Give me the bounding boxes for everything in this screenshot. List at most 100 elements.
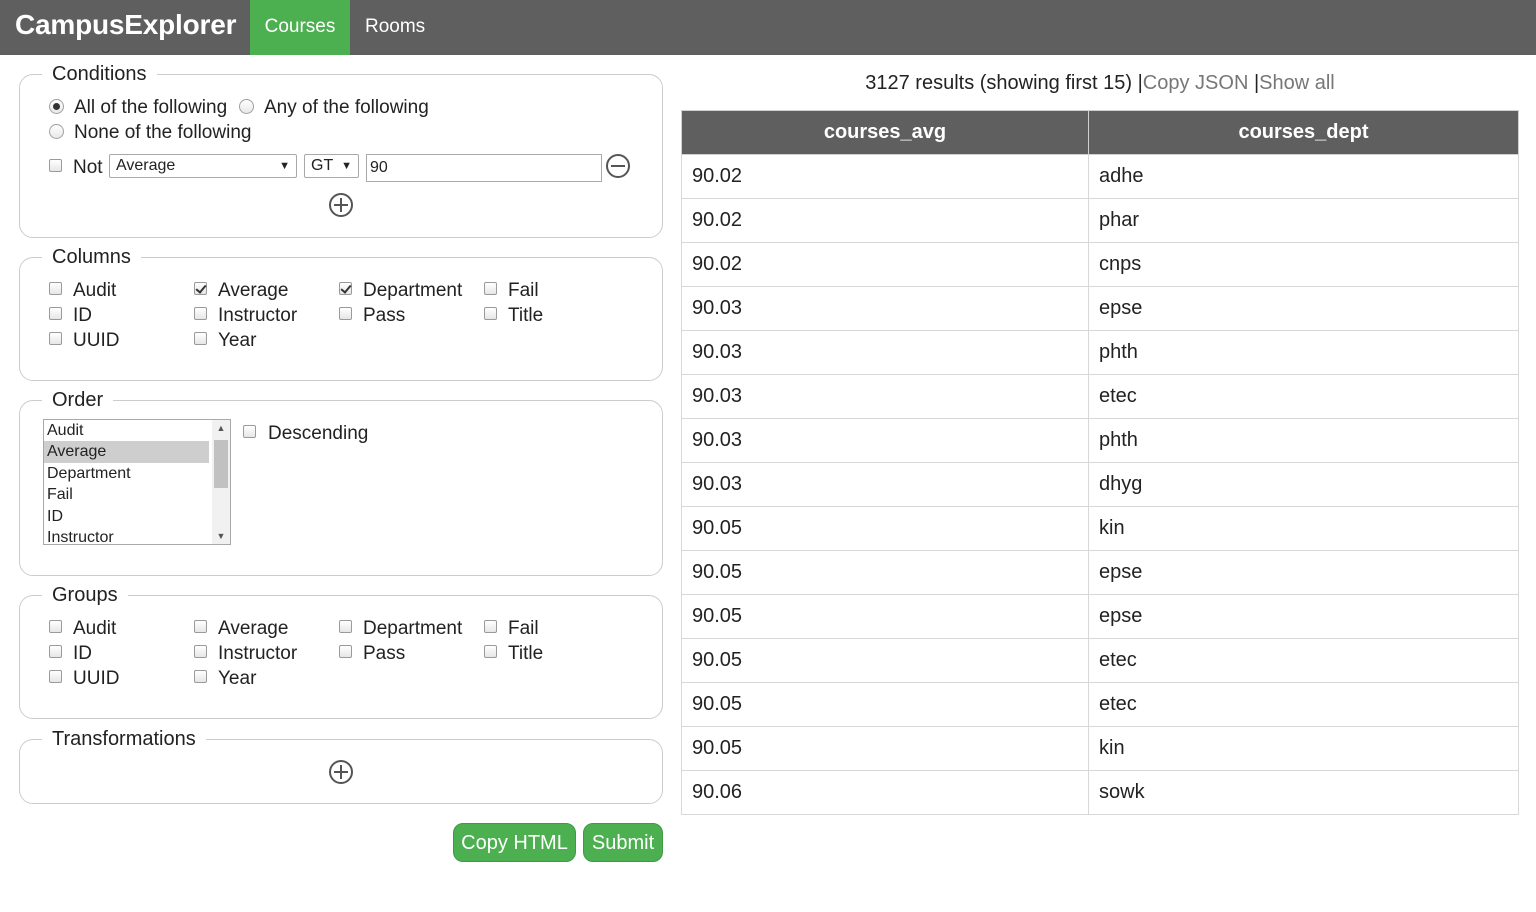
condition-operator-value: GT [311, 157, 334, 174]
column-checkbox[interactable] [339, 282, 352, 295]
add-condition-icon[interactable] [329, 193, 353, 217]
column-label: Audit [73, 280, 117, 301]
dept-cell: etec [1088, 374, 1519, 419]
column-checkbox[interactable] [484, 307, 497, 320]
radio-none[interactable] [49, 124, 64, 139]
columns-legend: Columns [42, 245, 141, 269]
listbox-scrollbar[interactable]: ▲ ▼ [212, 420, 230, 544]
table-row: 90.03 phth [681, 330, 1519, 375]
order-option[interactable]: Audit [44, 420, 209, 441]
groups-panel: Groups Audit Average Department Fail ID Instr… [19, 583, 663, 719]
radio-none-label: None of the following [74, 122, 252, 143]
column-checkbox[interactable] [484, 282, 497, 295]
conditions-legend: Conditions [42, 62, 157, 86]
group-checkbox[interactable] [339, 620, 352, 633]
show-all-link[interactable]: Show all [1259, 72, 1335, 94]
avg-cell: 90.03 [681, 418, 1089, 463]
column-checkbox[interactable] [49, 282, 62, 295]
group-label: Year [218, 668, 257, 689]
avg-cell: 90.05 [681, 506, 1089, 551]
column-checkbox[interactable] [49, 332, 62, 345]
dept-cell: epse [1088, 550, 1519, 595]
column-label: Pass [363, 305, 406, 326]
group-label: Instructor [218, 643, 298, 664]
brand-logo: CampusExplorer [15, 9, 237, 40]
dept-cell: dhyg [1088, 462, 1519, 507]
dept-cell: phar [1088, 198, 1519, 243]
table-row: 90.03 phth [681, 418, 1519, 463]
table-row: 90.05 kin [681, 506, 1519, 551]
remove-condition-icon[interactable] [606, 154, 630, 178]
submit-button[interactable]: Submit [583, 823, 663, 862]
table-row: 90.03 dhyg [681, 462, 1519, 507]
group-checkbox[interactable] [339, 645, 352, 658]
dept-cell: cnps [1088, 242, 1519, 287]
table-row: 90.02 adhe [681, 154, 1519, 199]
conditions-panel: Conditions All of the following Any of t… [19, 62, 663, 238]
avg-cell: 90.03 [681, 330, 1089, 375]
copy-html-button[interactable]: Copy HTML [453, 823, 576, 862]
descending-checkbox[interactable] [243, 425, 256, 438]
avg-cell: 90.02 [681, 154, 1089, 199]
order-listbox[interactable]: Audit Average Department Fail ID Instructor ▲… [43, 419, 231, 545]
column-checkbox[interactable] [339, 307, 352, 320]
scroll-thumb[interactable] [214, 440, 228, 488]
radio-any-label: Any of the following [264, 97, 429, 118]
table-row: 90.02 phar [681, 198, 1519, 243]
results-table: courses_avg courses_dept 90.02 adhe 90.02 p… [681, 110, 1519, 815]
condition-operator-select[interactable]: GT ▼ [304, 154, 359, 178]
group-checkbox[interactable] [194, 620, 207, 633]
group-checkbox[interactable] [49, 670, 62, 683]
column-header: courses_dept [1088, 110, 1519, 155]
navbar: CampusExplorer Courses Rooms [0, 0, 1536, 55]
condition-field-select[interactable]: Average ▼ [109, 154, 297, 178]
avg-cell: 90.05 [681, 638, 1089, 683]
column-checkbox[interactable] [194, 332, 207, 345]
tab-rooms[interactable]: Rooms [365, 0, 425, 55]
avg-cell: 90.06 [681, 770, 1089, 815]
order-option[interactable]: Fail [44, 484, 209, 505]
group-checkbox[interactable] [194, 645, 207, 658]
avg-cell: 90.03 [681, 374, 1089, 419]
scroll-up-icon[interactable]: ▲ [212, 420, 230, 436]
group-checkbox[interactable] [484, 645, 497, 658]
column-checkbox[interactable] [49, 307, 62, 320]
transformations-legend: Transformations [42, 727, 206, 751]
chevron-down-icon: ▼ [279, 160, 290, 172]
scroll-down-icon[interactable]: ▼ [212, 528, 230, 544]
group-label: UUID [73, 668, 120, 689]
avg-cell: 90.05 [681, 726, 1089, 771]
order-option[interactable]: Average [44, 441, 209, 463]
order-option[interactable]: Instructor [44, 527, 209, 544]
tab-courses[interactable]: Courses [250, 0, 350, 55]
group-checkbox[interactable] [484, 620, 497, 633]
dept-cell: adhe [1088, 154, 1519, 199]
order-option[interactable]: Department [44, 463, 209, 484]
dept-cell: etec [1088, 682, 1519, 727]
column-checkbox[interactable] [194, 307, 207, 320]
group-checkbox[interactable] [194, 670, 207, 683]
group-checkbox[interactable] [49, 645, 62, 658]
dept-cell: kin [1088, 506, 1519, 551]
radio-all[interactable] [49, 99, 64, 114]
table-row: 90.03 epse [681, 286, 1519, 331]
column-label: Year [218, 330, 257, 351]
not-checkbox[interactable] [49, 159, 62, 172]
group-label: Pass [363, 643, 406, 664]
group-checkbox[interactable] [49, 620, 62, 633]
copy-json-link[interactable]: Copy JSON [1143, 72, 1249, 94]
column-header: courses_avg [681, 110, 1089, 155]
table-row: 90.05 kin [681, 726, 1519, 771]
avg-cell: 90.02 [681, 198, 1089, 243]
groups-legend: Groups [42, 583, 128, 607]
condition-value-input[interactable]: 90 [366, 154, 602, 182]
column-checkbox[interactable] [194, 282, 207, 295]
add-transformation-icon[interactable] [329, 760, 353, 784]
order-legend: Order [42, 388, 114, 412]
table-row: 90.02 cnps [681, 242, 1519, 287]
chevron-down-icon: ▼ [341, 160, 352, 172]
dept-cell: phth [1088, 330, 1519, 375]
dept-cell: etec [1088, 638, 1519, 683]
order-option[interactable]: ID [44, 506, 209, 527]
radio-any[interactable] [239, 99, 254, 114]
